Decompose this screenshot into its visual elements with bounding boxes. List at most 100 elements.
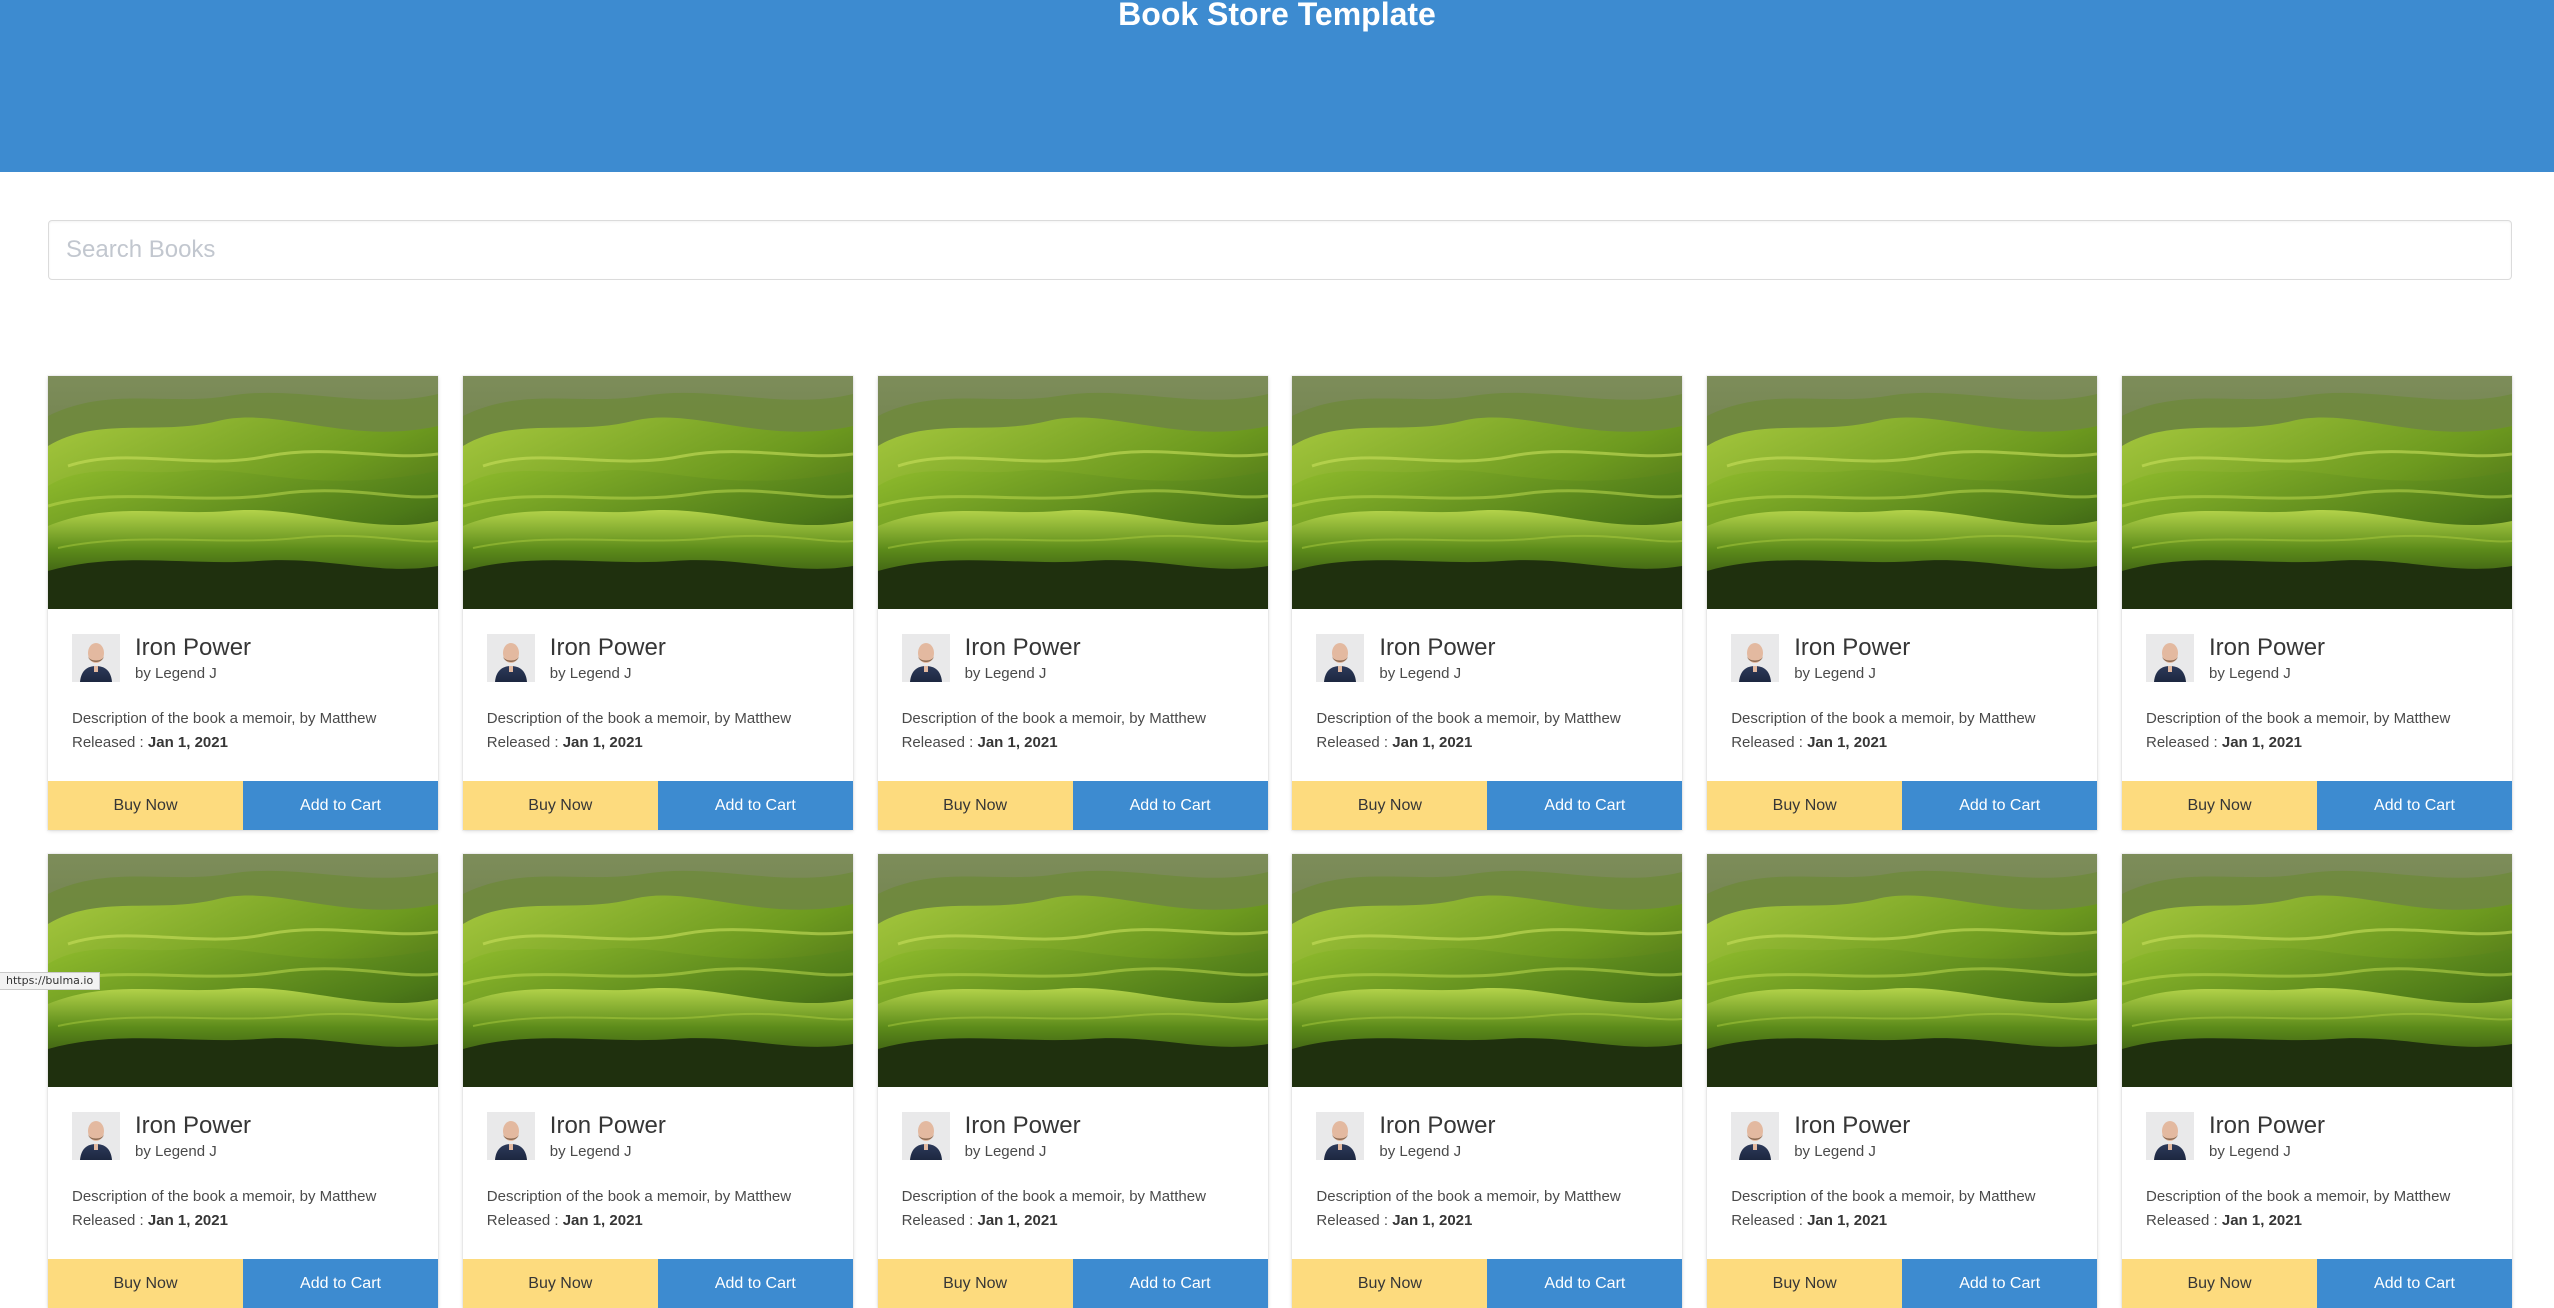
card-footer: Buy Now Add to Cart — [877, 781, 1268, 830]
add-to-cart-button[interactable]: Add to Cart — [1487, 1259, 1683, 1308]
add-to-cart-button[interactable]: Add to Cart — [2316, 781, 2512, 830]
book-description: Description of the book a memoir, by Mat… — [1316, 710, 1621, 727]
add-to-cart-button[interactable]: Add to Cart — [243, 781, 438, 830]
card-footer: Buy Now Add to Cart — [1707, 781, 2098, 830]
book-card: Iron Power by Legend J Description of th… — [1292, 854, 1683, 1308]
book-card: Iron Power by Legend J Description of th… — [48, 376, 438, 830]
book-author: by Legend J — [2208, 665, 2291, 682]
released-date: Jan 1, 2021 — [147, 734, 228, 751]
released-date: Jan 1, 2021 — [977, 734, 1058, 751]
book-card: Iron Power by Legend J Description of th… — [1292, 376, 1683, 830]
buy-now-button[interactable]: Buy Now — [1292, 781, 1488, 830]
add-to-cart-button[interactable]: Add to Cart — [1902, 781, 2098, 830]
buy-now-button[interactable]: Buy Now — [462, 1259, 658, 1308]
book-cover-image — [877, 376, 1268, 609]
book-author: by Legend J — [964, 1143, 1047, 1160]
status-bar-url: https://bulma.io — [0, 972, 101, 990]
book-author: by Legend J — [964, 665, 1047, 682]
buy-now-button[interactable]: Buy Now — [462, 781, 658, 830]
author-avatar — [901, 1112, 950, 1160]
buy-now-button[interactable]: Buy Now — [1707, 1259, 1903, 1308]
author-avatar — [486, 1112, 535, 1160]
book-author: by Legend J — [1794, 665, 1876, 682]
book-title: Iron Power — [1794, 634, 1911, 661]
add-to-cart-button[interactable]: Add to Cart — [243, 1259, 438, 1308]
search-input[interactable] — [48, 220, 2512, 280]
card-content: Iron Power by Legend J Description of th… — [2122, 1087, 2512, 1257]
add-to-cart-button[interactable]: Add to Cart — [1072, 781, 1268, 830]
add-to-cart-button[interactable]: Add to Cart — [1902, 1259, 2098, 1308]
book-description: Description of the book a memoir, by Mat… — [1731, 1188, 2036, 1205]
hero-banner: Book Store Template — [0, 0, 2554, 172]
released-date: Jan 1, 2021 — [562, 734, 643, 751]
add-to-cart-button[interactable]: Add to Cart — [2316, 1259, 2512, 1308]
buy-now-button[interactable]: Buy Now — [48, 1259, 243, 1308]
book-author: by Legend J — [1379, 1143, 1462, 1160]
card-content: Iron Power by Legend J Description of th… — [1707, 609, 2097, 779]
add-to-cart-button[interactable]: Add to Cart — [1487, 781, 1683, 830]
card-footer: Buy Now Add to Cart — [1707, 1259, 2098, 1308]
card-footer: Buy Now Add to Cart — [48, 1259, 438, 1308]
book-cover-image — [462, 854, 853, 1087]
book-cover-image — [462, 376, 853, 609]
card-footer: Buy Now Add to Cart — [2121, 1259, 2512, 1308]
buy-now-button[interactable]: Buy Now — [877, 1259, 1073, 1308]
buy-now-button[interactable]: Buy Now — [1292, 1259, 1488, 1308]
book-title: Iron Power — [549, 634, 666, 661]
author-avatar — [901, 634, 950, 682]
released-label: Released : — [1731, 1212, 1803, 1229]
card-footer: Buy Now Add to Cart — [1292, 1259, 1683, 1308]
hero-title: Book Store Template — [1118, 0, 1436, 32]
add-to-cart-button[interactable]: Add to Cart — [1072, 1259, 1268, 1308]
release-info: Released : Jan 1, 2021 — [487, 732, 643, 754]
card-footer: Buy Now Add to Cart — [1292, 781, 1683, 830]
book-card: Iron Power by Legend J Description of th… — [2121, 854, 2512, 1308]
released-label: Released : — [901, 1212, 974, 1229]
released-date: Jan 1, 2021 — [1807, 734, 1888, 751]
released-label: Released : — [486, 1212, 559, 1229]
released-label: Released : — [72, 734, 144, 751]
buy-now-button[interactable]: Buy Now — [1707, 781, 1903, 830]
release-info: Released : Jan 1, 2021 — [2146, 1210, 2302, 1232]
card-content: Iron Power by Legend J Description of th… — [1292, 1087, 1682, 1257]
buy-now-button[interactable]: Buy Now — [48, 781, 243, 830]
add-to-cart-button[interactable]: Add to Cart — [657, 781, 853, 830]
card-footer: Buy Now Add to Cart — [462, 1259, 853, 1308]
buy-now-button[interactable]: Buy Now — [2121, 781, 2317, 830]
card-footer: Buy Now Add to Cart — [462, 781, 853, 830]
book-cover-image — [2121, 376, 2512, 609]
book-title: Iron Power — [964, 634, 1081, 661]
book-cover-image — [1292, 854, 1683, 1087]
release-info: Released : Jan 1, 2021 — [1316, 732, 1472, 754]
release-info: Released : Jan 1, 2021 — [1731, 732, 1887, 754]
book-title: Iron Power — [1794, 1112, 1911, 1139]
book-author: by Legend J — [1379, 665, 1462, 682]
book-cover-image — [48, 376, 438, 609]
release-info: Released : Jan 1, 2021 — [487, 1210, 643, 1232]
book-card: Iron Power by Legend J Description of th… — [877, 376, 1268, 830]
released-date: Jan 1, 2021 — [977, 1212, 1058, 1229]
add-to-cart-button[interactable]: Add to Cart — [657, 1259, 853, 1308]
released-label: Released : — [1316, 1212, 1389, 1229]
book-card: Iron Power by Legend J Description of th… — [1707, 854, 2098, 1308]
card-content: Iron Power by Legend J Description of th… — [1707, 1087, 2097, 1257]
book-title: Iron Power — [135, 1112, 252, 1139]
released-label: Released : — [486, 734, 559, 751]
book-author: by Legend J — [2208, 1143, 2291, 1160]
book-card: Iron Power by Legend J Description of th… — [1707, 376, 2098, 830]
release-info: Released : Jan 1, 2021 — [902, 732, 1058, 754]
book-author: by Legend J — [135, 1143, 217, 1160]
release-info: Released : Jan 1, 2021 — [72, 1210, 228, 1232]
card-content: Iron Power by Legend J Description of th… — [463, 609, 853, 779]
book-title: Iron Power — [549, 1112, 666, 1139]
buy-now-button[interactable]: Buy Now — [877, 781, 1073, 830]
book-description: Description of the book a memoir, by Mat… — [486, 1188, 792, 1205]
released-date: Jan 1, 2021 — [1392, 1212, 1473, 1229]
author-avatar — [1316, 634, 1365, 682]
release-info: Released : Jan 1, 2021 — [1316, 1210, 1472, 1232]
buy-now-button[interactable]: Buy Now — [2121, 1259, 2317, 1308]
book-card: Iron Power by Legend J Description of th… — [877, 854, 1268, 1308]
card-footer: Buy Now Add to Cart — [2121, 781, 2512, 830]
book-title: Iron Power — [2208, 634, 2326, 661]
book-cover-image — [2121, 854, 2512, 1087]
